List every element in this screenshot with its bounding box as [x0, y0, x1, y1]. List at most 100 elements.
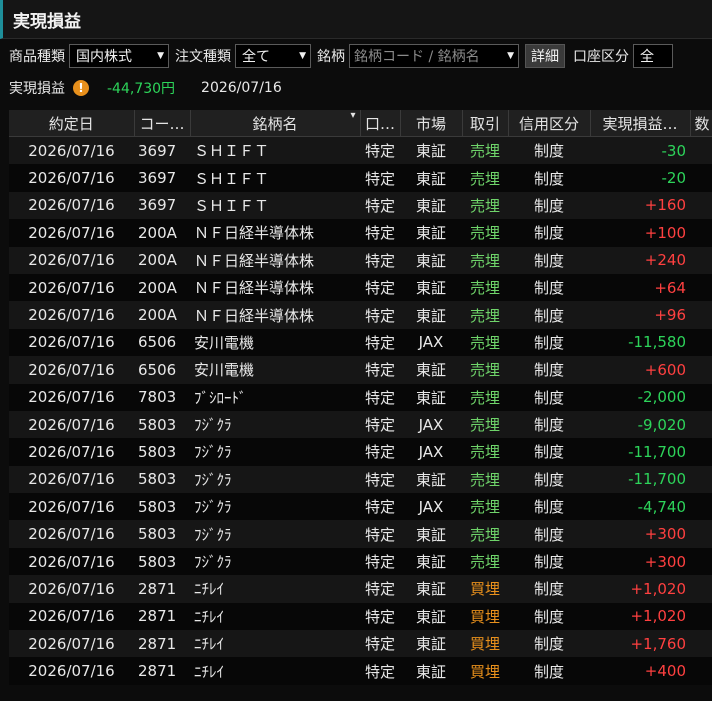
order-type-value: 全て	[242, 49, 270, 65]
code-cell: 5803	[134, 410, 190, 439]
trade-date-cell: 2026/07/16	[9, 547, 134, 576]
table-row[interactable]: 2026/07/16 2871 ﾆﾁﾚｲ 特定 東証 買埋 制度 +1,020	[9, 575, 712, 603]
col-header-credit-type[interactable]: 信用区分	[508, 110, 591, 137]
account-cell: 特定	[360, 465, 400, 494]
table-row[interactable]: 2026/07/16 200A ＮＦ日経半導体株 特定 東証 売埋 制度 +100	[9, 219, 712, 247]
code-cell: 5803	[134, 493, 190, 521]
table-row[interactable]: 2026/07/16 2871 ﾆﾁﾚｲ 特定 東証 買埋 制度 +1,760	[9, 630, 712, 658]
table-row[interactable]: 2026/07/16 200A ＮＦ日経半導体株 特定 東証 売埋 制度 +240	[9, 246, 712, 274]
col-header-account[interactable]: 口…	[360, 110, 401, 137]
realized-pl-cell: +1,760	[590, 630, 690, 658]
code-cell: 2871	[134, 602, 190, 631]
symbol-name-cell: ﾌｼﾞｸﾗ	[190, 465, 360, 494]
trade-cell: 売埋	[462, 383, 508, 411]
code-cell: 200A	[134, 219, 190, 247]
trade-date-cell: 2026/07/16	[9, 520, 134, 548]
product-type-select[interactable]: 国内株式 ▼	[69, 44, 169, 68]
table-row[interactable]: 2026/07/16 7803 ﾌﾞｼﾛｰﾄﾞ 特定 東証 売埋 制度 -2,000	[9, 383, 712, 411]
trade-date-cell: 2026/07/16	[9, 657, 134, 685]
quantity-cell	[690, 219, 712, 247]
table-row[interactable]: 2026/07/16 6506 安川電機 特定 東証 売埋 制度 +600	[9, 356, 712, 384]
table-row[interactable]: 2026/07/16 5803 ﾌｼﾞｸﾗ 特定 東証 売埋 制度 +300	[9, 547, 712, 576]
market-cell: JAX	[400, 493, 462, 521]
page-title: 実現損益	[13, 11, 81, 32]
table-row[interactable]: 2026/07/16 3697 ＳＨＩＦＴ 特定 東証 売埋 制度 -20	[9, 164, 712, 192]
table-row[interactable]: 2026/07/16 5803 ﾌｼﾞｸﾗ 特定 JAX 売埋 制度 -4,740	[9, 493, 712, 521]
realized-pl-cell: +600	[590, 356, 690, 384]
table-row[interactable]: 2026/07/16 200A ＮＦ日経半導体株 特定 東証 売埋 制度 +96	[9, 301, 712, 329]
table-row[interactable]: 2026/07/16 5803 ﾌｼﾞｸﾗ 特定 JAX 売埋 制度 -9,020	[9, 410, 712, 439]
chevron-down-icon: ▼	[299, 51, 306, 61]
credit-type-cell: 制度	[508, 273, 590, 302]
symbol-name-cell: ＮＦ日経半導体株	[190, 219, 360, 247]
code-cell: 2871	[134, 657, 190, 685]
col-header-quantity[interactable]: 数	[690, 110, 712, 137]
trade-date-cell: 2026/07/16	[9, 136, 134, 165]
trade-cell: 売埋	[462, 301, 508, 329]
account-type-select[interactable]: 全	[633, 44, 673, 68]
realized-pl-cell: +300	[590, 520, 690, 548]
symbol-label: 銘柄	[317, 49, 345, 65]
col-header-symbol-name[interactable]: 銘柄名	[190, 110, 361, 137]
credit-type-cell: 制度	[508, 136, 590, 165]
trade-date-cell: 2026/07/16	[9, 164, 134, 192]
quantity-cell	[690, 575, 712, 603]
table-row[interactable]: 2026/07/16 5803 ﾌｼﾞｸﾗ 特定 東証 売埋 制度 -11,700	[9, 465, 712, 494]
quantity-cell	[690, 301, 712, 329]
table-row[interactable]: 2026/07/16 2871 ﾆﾁﾚｲ 特定 東証 買埋 制度 +400	[9, 657, 712, 685]
trade-cell: 売埋	[462, 136, 508, 165]
credit-type-cell: 制度	[508, 246, 590, 274]
table-row[interactable]: 2026/07/16 2871 ﾆﾁﾚｲ 特定 東証 買埋 制度 +1,020	[9, 602, 712, 631]
order-type-select[interactable]: 全て ▼	[235, 44, 311, 68]
table-row[interactable]: 2026/07/16 5803 ﾌｼﾞｸﾗ 特定 東証 売埋 制度 +300	[9, 520, 712, 548]
quantity-cell	[690, 273, 712, 302]
market-cell: 東証	[400, 164, 462, 192]
code-cell: 5803	[134, 520, 190, 548]
quantity-cell	[690, 356, 712, 384]
credit-type-cell: 制度	[508, 410, 590, 439]
summary-date: 2026/07/16	[201, 80, 282, 96]
table-row[interactable]: 2026/07/16 6506 安川電機 特定 JAX 売埋 制度 -11,580	[9, 328, 712, 357]
table-header: 約定日コー…銘柄名口…市場取引信用区分実現損益…数	[9, 110, 712, 137]
col-header-market[interactable]: 市場	[400, 110, 463, 137]
symbol-name-cell: ﾌﾞｼﾛｰﾄﾞ	[190, 383, 360, 411]
credit-type-cell: 制度	[508, 547, 590, 576]
table-row[interactable]: 2026/07/16 3697 ＳＨＩＦＴ 特定 東証 売埋 制度 -30	[9, 136, 712, 165]
col-header-trade-date[interactable]: 約定日	[9, 110, 135, 137]
market-cell: JAX	[400, 438, 462, 466]
credit-type-cell: 制度	[508, 301, 590, 329]
quantity-cell	[690, 630, 712, 658]
account-cell: 特定	[360, 328, 400, 357]
col-header-trade[interactable]: 取引	[462, 110, 509, 137]
symbol-search-combobox[interactable]: 銘柄コード / 銘柄名 ▼	[349, 44, 519, 68]
market-cell: JAX	[400, 410, 462, 439]
symbol-name-cell: 安川電機	[190, 356, 360, 384]
col-header-code[interactable]: コー…	[134, 110, 191, 137]
market-cell: 東証	[400, 520, 462, 548]
market-cell: 東証	[400, 191, 462, 220]
credit-type-cell: 制度	[508, 465, 590, 494]
symbol-name-cell: ﾌｼﾞｸﾗ	[190, 410, 360, 439]
detail-button[interactable]: 詳細	[525, 44, 565, 68]
table-row[interactable]: 2026/07/16 200A ＮＦ日経半導体株 特定 東証 売埋 制度 +64	[9, 273, 712, 302]
trade-date-cell: 2026/07/16	[9, 383, 134, 411]
realized-pl-total: -44,730円	[107, 81, 176, 97]
market-cell: 東証	[400, 465, 462, 494]
col-header-realized-pl[interactable]: 実現損益…	[590, 110, 691, 137]
quantity-cell	[690, 191, 712, 220]
chevron-down-icon: ▼	[507, 51, 514, 61]
account-cell: 特定	[360, 547, 400, 576]
quantity-cell	[690, 410, 712, 439]
symbol-name-cell: ﾌｼﾞｸﾗ	[190, 547, 360, 576]
trade-cell: 売埋	[462, 356, 508, 384]
market-cell: 東証	[400, 575, 462, 603]
account-cell: 特定	[360, 136, 400, 165]
warning-icon[interactable]: !	[73, 80, 89, 96]
account-cell: 特定	[360, 301, 400, 329]
table-row[interactable]: 2026/07/16 3697 ＳＨＩＦＴ 特定 東証 売埋 制度 +160	[9, 191, 712, 220]
trade-cell: 売埋	[462, 520, 508, 548]
account-cell: 特定	[360, 520, 400, 548]
order-type-label: 注文種類	[175, 49, 231, 65]
table-row[interactable]: 2026/07/16 5803 ﾌｼﾞｸﾗ 特定 JAX 売埋 制度 -11,700	[9, 438, 712, 466]
product-type-label: 商品種類	[9, 49, 65, 65]
